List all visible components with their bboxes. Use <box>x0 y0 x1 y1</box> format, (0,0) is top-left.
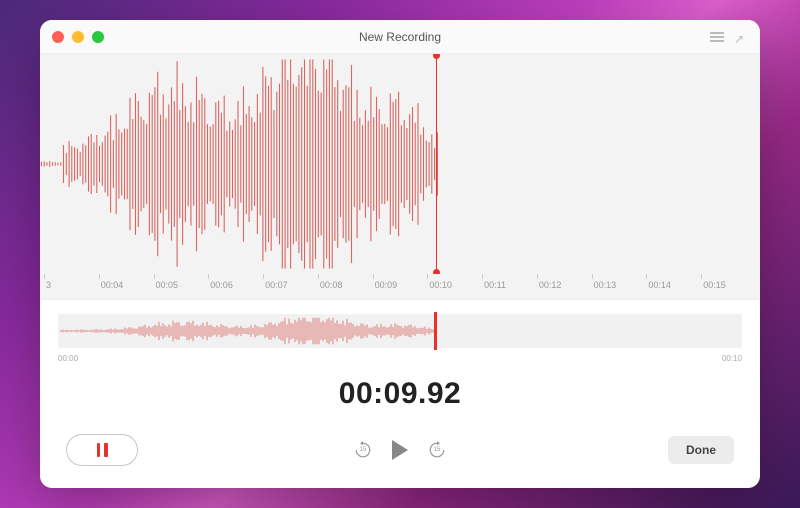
ruler-tick-label: 00:08 <box>320 280 343 290</box>
overview-time-labels: 00:00 00:10 <box>40 352 760 363</box>
ruler-tick-label: 00:07 <box>265 280 288 290</box>
titlebar: New Recording <box>40 20 760 54</box>
time-ruler[interactable]: 3 00:04 00:05 00:06 00:07 00:08 00:09 00:10 00:1… <box>40 274 760 300</box>
window-title: New Recording <box>40 30 760 44</box>
playhead-indicator[interactable] <box>436 54 437 274</box>
ruler-tick-label: 00:09 <box>375 280 398 290</box>
pause-record-button[interactable] <box>66 434 138 466</box>
done-button[interactable]: Done <box>668 436 734 464</box>
skip-forward-button[interactable]: 15 <box>428 441 446 459</box>
ruler-tick-label: 00:15 <box>703 280 726 290</box>
overview-strip[interactable] <box>58 314 742 348</box>
ruler-tick-label: 3 <box>46 280 51 290</box>
overview-playhead[interactable] <box>434 312 437 350</box>
ruler-tick-label: 00:06 <box>210 280 233 290</box>
skip-back-button[interactable]: 15 <box>354 441 372 459</box>
ruler-tick-label: 00:05 <box>156 280 179 290</box>
skip-forward-seconds: 15 <box>428 441 446 459</box>
ruler-tick-label: 00:13 <box>594 280 617 290</box>
skip-back-seconds: 15 <box>354 441 372 459</box>
voice-memos-window: New Recording 3 00:04 00:05 00:06 00:07 00:08… <box>40 20 760 488</box>
waveform-graphic <box>40 54 760 274</box>
ruler-tick-label: 00:12 <box>539 280 562 290</box>
play-button[interactable] <box>392 440 408 460</box>
ruler-tick-label: 00:04 <box>101 280 124 290</box>
waveform-display[interactable] <box>40 54 760 274</box>
overview-start-time: 00:00 <box>58 354 78 363</box>
ruler-tick-label: 00:14 <box>648 280 671 290</box>
ruler-tick-label: 00:11 <box>484 280 506 290</box>
current-timecode: 00:09.92 <box>40 377 760 411</box>
ruler-tick-label: 00:10 <box>429 280 452 290</box>
center-transport-controls: 15 15 <box>354 440 446 460</box>
overview-waveform-graphic <box>60 317 740 345</box>
playback-controls: 15 15 Done <box>40 414 760 488</box>
overview-end-time: 00:10 <box>722 354 742 363</box>
pause-icon <box>97 443 108 457</box>
